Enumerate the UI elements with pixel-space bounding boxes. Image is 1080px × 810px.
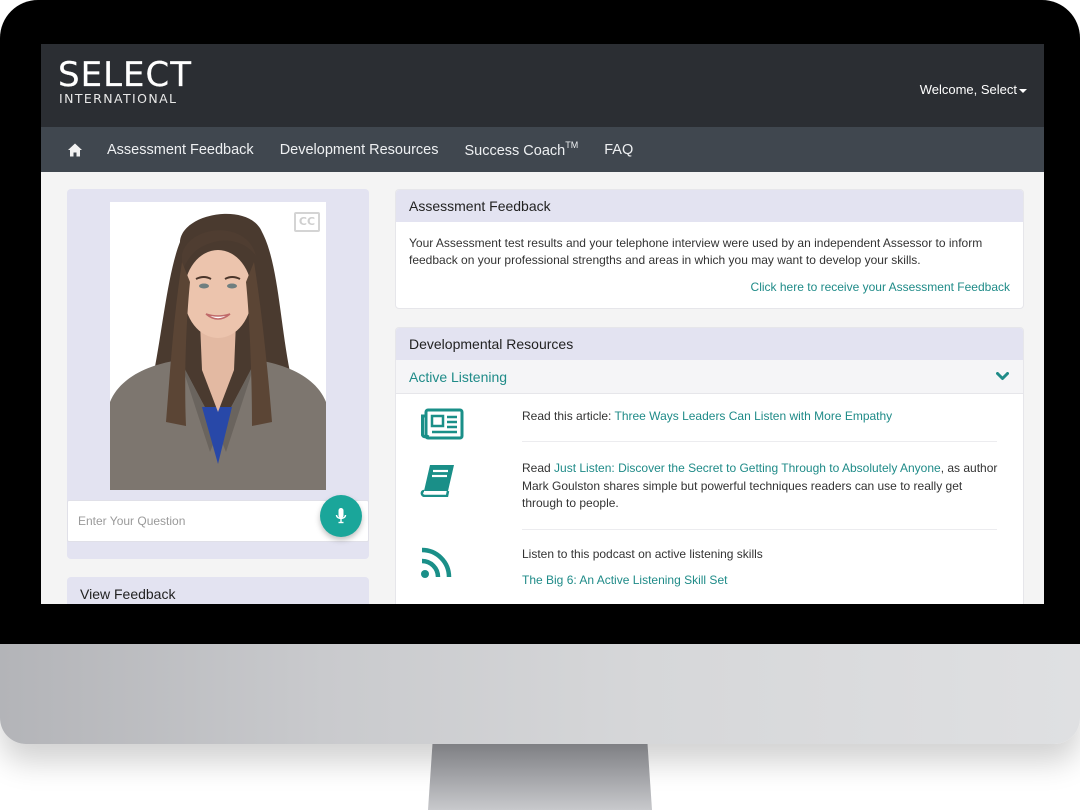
developmental-resources-card: Developmental Resources Active Listening… — [395, 327, 1024, 604]
question-input[interactable] — [68, 501, 308, 541]
accordion-active-listening[interactable]: Active Listening — [396, 360, 1023, 394]
nav-development-resources[interactable]: Development Resources — [280, 142, 439, 158]
monitor-chin — [0, 644, 1080, 744]
assessment-description: Your Assessment test results and your te… — [409, 236, 983, 267]
nav-success-coach-label: Success Coach — [464, 143, 566, 159]
article-link[interactable]: Three Ways Leaders Can Listen with More … — [615, 409, 893, 423]
newspaper-icon — [421, 408, 464, 440]
receive-feedback-link[interactable]: Click here to receive your Assessment Fe… — [751, 280, 1010, 294]
trademark-sup: TM — [565, 140, 579, 150]
view-feedback-title: View Feedback — [80, 586, 176, 602]
rss-icon — [421, 547, 452, 578]
top-bar: SELECT INTERNATIONAL Welcome, Select — [41, 44, 1044, 127]
chevron-down-icon[interactable] — [996, 372, 1009, 381]
dev-card-title: Developmental Resources — [396, 328, 1023, 360]
nav-faq[interactable]: FAQ — [604, 142, 633, 158]
resource-prefix: Read — [522, 461, 555, 475]
nav-assessment-feedback[interactable]: Assessment Feedback — [107, 142, 254, 158]
nav-success-coach[interactable]: Success CoachTM — [464, 140, 578, 159]
resource-text: Listen to this podcast on active listeni… — [522, 547, 763, 561]
avatar-panel: CC — [67, 189, 369, 559]
microphone-button[interactable] — [320, 495, 362, 537]
resource-text: Read Just Listen: Discover the Secret to… — [522, 460, 1000, 513]
coach-portrait — [110, 213, 326, 490]
brand-logo[interactable]: SELECT INTERNATIONAL — [58, 58, 192, 105]
divider — [522, 441, 997, 442]
logo-sub: INTERNATIONAL — [59, 91, 178, 106]
assessment-feedback-card: Assessment Feedback Your Assessment test… — [395, 189, 1024, 309]
assessment-card-title: Assessment Feedback — [396, 190, 1023, 222]
user-menu[interactable]: Welcome, Select — [920, 82, 1027, 97]
main-nav: Assessment Feedback Development Resource… — [41, 127, 1044, 172]
welcome-text: Welcome, Select — [919, 82, 1017, 97]
book-icon — [420, 465, 454, 497]
resource-prefix: Read this article: — [522, 409, 615, 423]
podcast-link[interactable]: The Big 6: An Active Listening Skill Set — [522, 572, 1000, 590]
home-icon[interactable] — [67, 142, 83, 158]
coach-video[interactable]: CC — [110, 202, 326, 490]
divider — [522, 529, 997, 530]
monitor-stand — [428, 744, 652, 810]
microphone-icon — [335, 508, 347, 524]
closed-captions-button[interactable]: CC — [294, 212, 320, 232]
view-feedback-panel[interactable]: View Feedback — [67, 577, 369, 604]
caret-down-icon — [1019, 88, 1027, 93]
screen: SELECT INTERNATIONAL Welcome, Select Ass… — [41, 44, 1044, 604]
accordion-title: Active Listening — [409, 368, 508, 385]
logo-main: SELECT — [58, 55, 192, 95]
book-link[interactable]: Just Listen: Discover the Secret to Gett… — [554, 461, 941, 475]
resource-text: Read this article: Three Ways Leaders Ca… — [522, 408, 1000, 426]
